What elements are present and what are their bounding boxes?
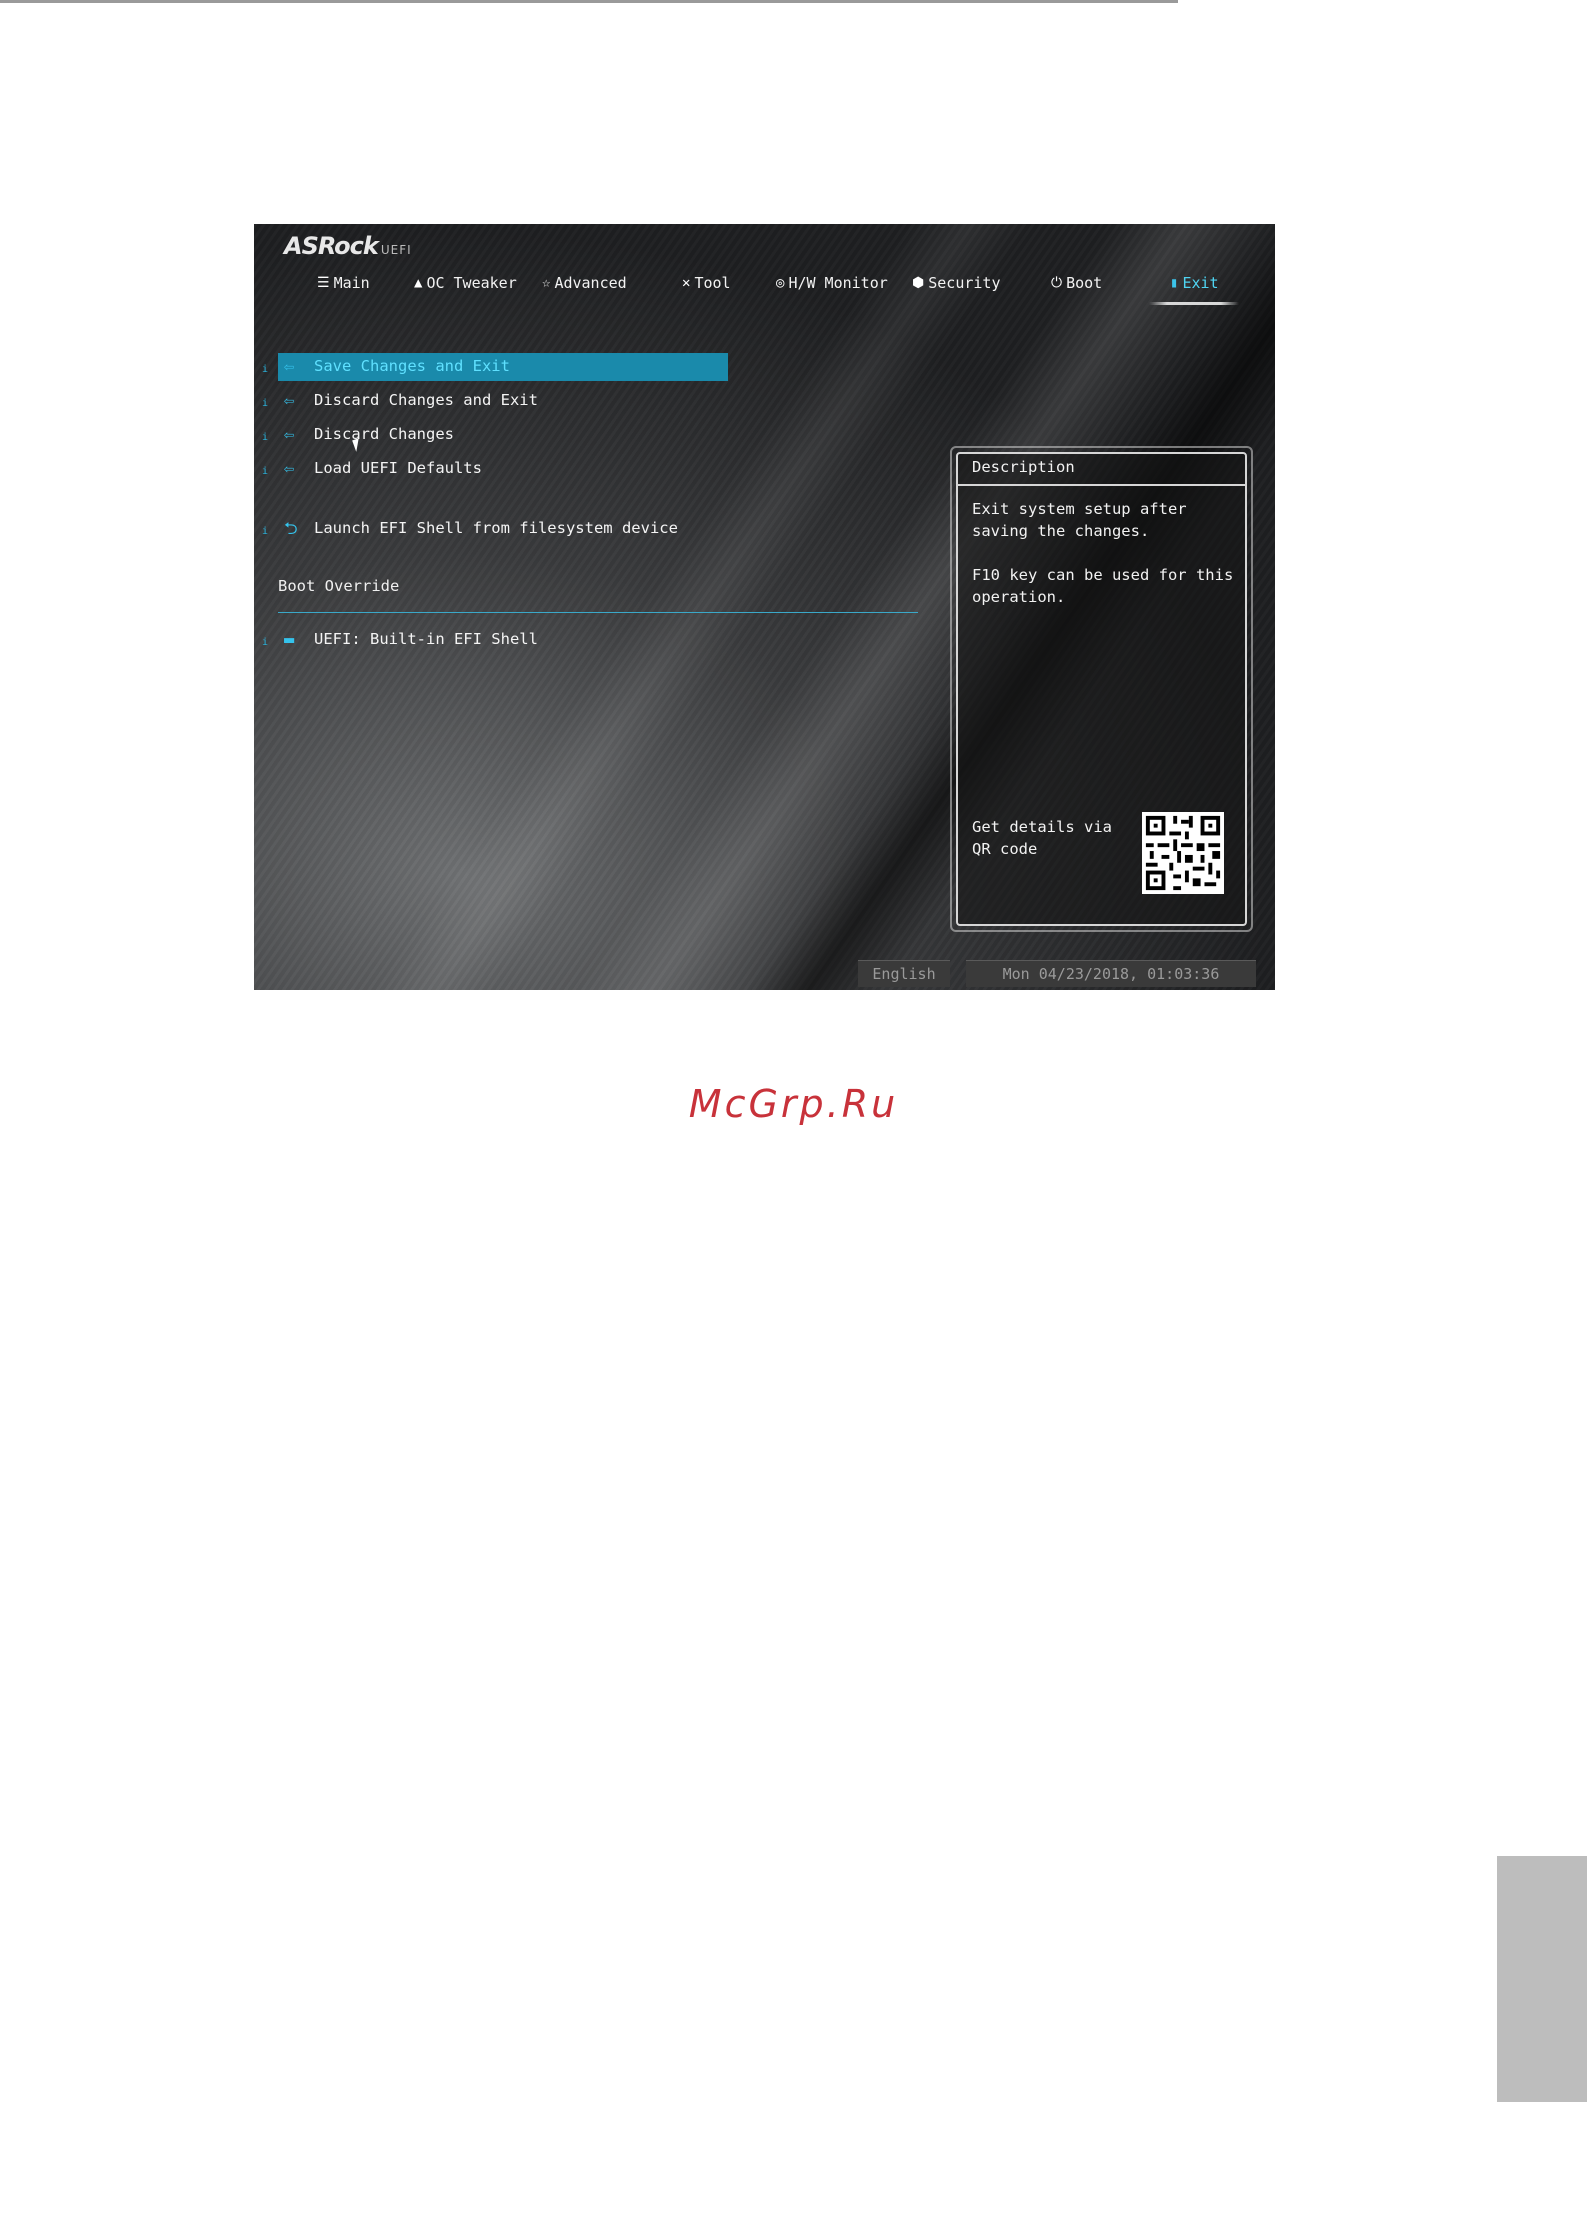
exit-door-icon: ⇦	[284, 391, 295, 411]
folder-icon: ▬	[284, 630, 295, 650]
tab-hw-monitor[interactable]: ◎ H/W Monitor	[776, 274, 888, 292]
exit-door-icon: ⇦	[284, 425, 295, 445]
info-icon: i	[262, 398, 269, 409]
description-panel: Description Exit system setup after savi…	[950, 446, 1253, 932]
menu-label: Discard Changes	[314, 425, 454, 443]
monitor-icon: ◎	[776, 275, 785, 291]
tab-advanced-label: Advanced	[554, 274, 627, 292]
star-icon: ☆	[542, 275, 551, 291]
datetime-display: Mon 04/23/2018, 01:03:36	[966, 960, 1256, 987]
tab-exit-label: Exit	[1182, 274, 1219, 292]
loop-arrow-icon: ⮌	[284, 519, 298, 539]
tab-hw-monitor-label: H/W Monitor	[788, 274, 888, 292]
brand-name: ASRock	[284, 232, 379, 260]
menu-launch-efi-shell[interactable]: i ⮌ Launch EFI Shell from filesystem dev…	[254, 515, 914, 543]
description-text: Exit system setup after saving the chang…	[972, 500, 1234, 606]
top-rule	[0, 0, 1178, 3]
section-divider	[278, 612, 918, 613]
brand-suffix: UEFI	[380, 243, 412, 257]
exit-door-icon: ⇦	[284, 459, 295, 479]
menu-label: Save Changes and Exit	[314, 357, 510, 375]
info-icon: i	[262, 432, 269, 443]
power-icon: ⏻	[1051, 275, 1063, 291]
info-icon: i	[262, 637, 269, 648]
menu-label: UEFI: Built-in EFI Shell	[314, 630, 538, 648]
shield-icon: ⬢	[912, 275, 925, 291]
active-tab-underline	[1149, 302, 1239, 305]
info-icon: i	[262, 466, 269, 477]
info-icon: i	[262, 526, 269, 537]
tab-exit[interactable]: ▮ Exit	[1170, 274, 1219, 292]
tab-security-label: Security	[928, 274, 1001, 292]
tab-main-label: Main	[333, 274, 370, 292]
exit-door-icon: ▮	[1170, 275, 1179, 291]
tab-tool[interactable]: ✕ Tool	[682, 274, 731, 292]
menu-discard-changes-and-exit[interactable]: i ⇦ Discard Changes and Exit	[254, 387, 914, 415]
bios-screen: ASRock UEFI ☰ Main ▲ OC Tweaker ☆ Advanced ✕…	[254, 224, 1275, 990]
tab-boot[interactable]: ⏻ Boot	[1051, 274, 1102, 292]
info-icon: i	[262, 364, 269, 375]
rocket-icon: ▲	[414, 275, 423, 291]
side-tab	[1497, 1856, 1587, 2102]
menu-label: Load UEFI Defaults	[314, 459, 482, 477]
tab-boot-label: Boot	[1066, 274, 1103, 292]
tab-oc-tweaker-label: OC Tweaker	[426, 274, 517, 292]
menu-label: Discard Changes and Exit	[314, 391, 538, 409]
tab-security[interactable]: ⬢ Security	[912, 274, 1000, 292]
boot-override-heading: Boot Override	[278, 577, 400, 595]
menu-load-uefi-defaults[interactable]: i ⇦ Load UEFI Defaults	[254, 455, 914, 483]
qr-code-icon	[1142, 812, 1224, 894]
menu-save-changes-and-exit[interactable]: i ⇦ Save Changes and Exit	[254, 353, 914, 381]
description-title: Description	[972, 458, 1075, 476]
language-selector[interactable]: English	[858, 960, 950, 987]
tab-main[interactable]: ☰ Main	[317, 274, 370, 292]
tab-tool-label: Tool	[694, 274, 731, 292]
asrock-logo: ASRock UEFI	[284, 232, 412, 260]
watermark: McGrp.Ru	[688, 1082, 899, 1126]
tab-bar: ☰ Main ▲ OC Tweaker ☆ Advanced ✕ Tool ◎ H/W M…	[254, 274, 1275, 304]
description-title-divider	[958, 484, 1245, 486]
qr-caption: Get details via QR code	[972, 818, 1112, 858]
tab-oc-tweaker[interactable]: ▲ OC Tweaker	[414, 274, 517, 292]
tools-icon: ✕	[682, 275, 691, 291]
menu-boot-override-item[interactable]: i ▬ UEFI: Built-in EFI Shell	[254, 626, 914, 654]
tab-advanced[interactable]: ☆ Advanced	[542, 274, 627, 292]
menu-label: Launch EFI Shell from filesystem device	[314, 519, 678, 537]
exit-door-icon: ⇦	[284, 357, 295, 377]
list-icon: ☰	[317, 275, 330, 291]
